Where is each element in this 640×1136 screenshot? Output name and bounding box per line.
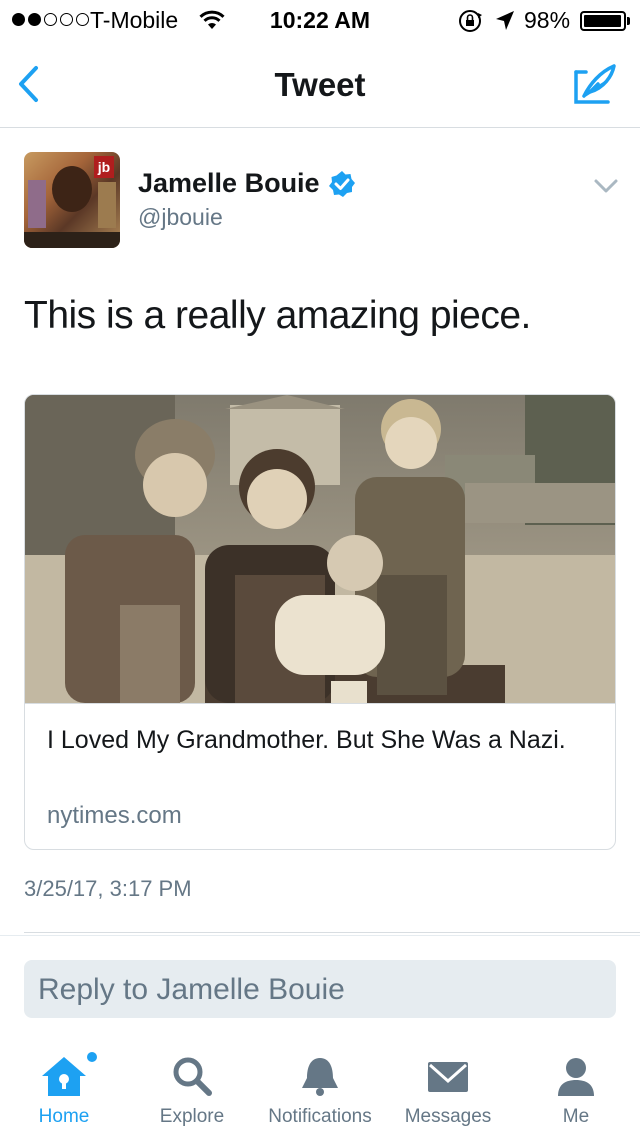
tweet-timestamp: 3/25/17, 3:17 PM — [24, 876, 192, 901]
tab-messages[interactable]: Messages — [384, 1042, 512, 1136]
search-icon — [173, 1057, 212, 1096]
battery-percentage: 98% — [524, 7, 571, 33]
battery-tip — [627, 17, 630, 25]
tab-messages-label: Messages — [404, 1106, 492, 1127]
compose-tweet-button[interactable] — [572, 62, 618, 106]
divider — [24, 932, 640, 933]
tab-home-label: Home — [38, 1106, 90, 1127]
article-photo — [25, 395, 615, 703]
divider — [0, 935, 640, 936]
tab-notifications[interactable]: Notifications — [256, 1042, 384, 1136]
author-name-row: Jamelle Bouie — [138, 168, 356, 199]
tab-me[interactable]: Me — [512, 1042, 640, 1136]
tab-bar: Home Explore Notifications Messages Me — [0, 1042, 640, 1136]
article-domain: nytimes.com — [47, 802, 182, 829]
page-title: Tweet — [274, 66, 366, 103]
tab-explore-label: Explore — [159, 1106, 225, 1127]
location-arrow-icon — [496, 11, 514, 30]
home-icon — [42, 1057, 86, 1096]
tweet-text: This is a really amazing piece. — [24, 294, 531, 337]
navigation-bar: Tweet — [0, 40, 640, 128]
article-title: I Loved My Grandmother. But She Was a Na… — [47, 726, 566, 754]
tab-explore[interactable]: Explore — [128, 1042, 256, 1136]
link-card[interactable]: I Loved My Grandmother. But She Was a Na… — [24, 394, 616, 850]
tweet-options-button[interactable] — [592, 176, 620, 196]
tab-notifications-label: Notifications — [268, 1106, 372, 1127]
rotation-lock-icon — [459, 10, 482, 32]
person-icon — [558, 1058, 594, 1096]
card-body: I Loved My Grandmother. But She Was a Na… — [25, 703, 615, 849]
reply-placeholder: Reply to Jamelle Bouie — [38, 973, 345, 1006]
tab-home[interactable]: Home — [0, 1042, 128, 1136]
envelope-icon — [428, 1062, 468, 1092]
reply-input[interactable]: Reply to Jamelle Bouie — [24, 960, 616, 1018]
status-bar: T-Mobile 10:22 AM 98% — [0, 0, 640, 40]
author-display-name[interactable]: Jamelle Bouie — [138, 168, 320, 199]
avatar[interactable]: jb — [24, 152, 120, 248]
compose-quill-icon — [574, 64, 616, 104]
author-handle[interactable]: @jbouie — [138, 204, 223, 231]
battery-icon — [580, 11, 626, 31]
bell-icon — [302, 1058, 338, 1096]
chevron-down-icon — [594, 179, 618, 193]
new-content-dot — [87, 1052, 97, 1062]
tab-me-label: Me — [562, 1106, 590, 1127]
verified-badge-icon — [328, 170, 355, 197]
